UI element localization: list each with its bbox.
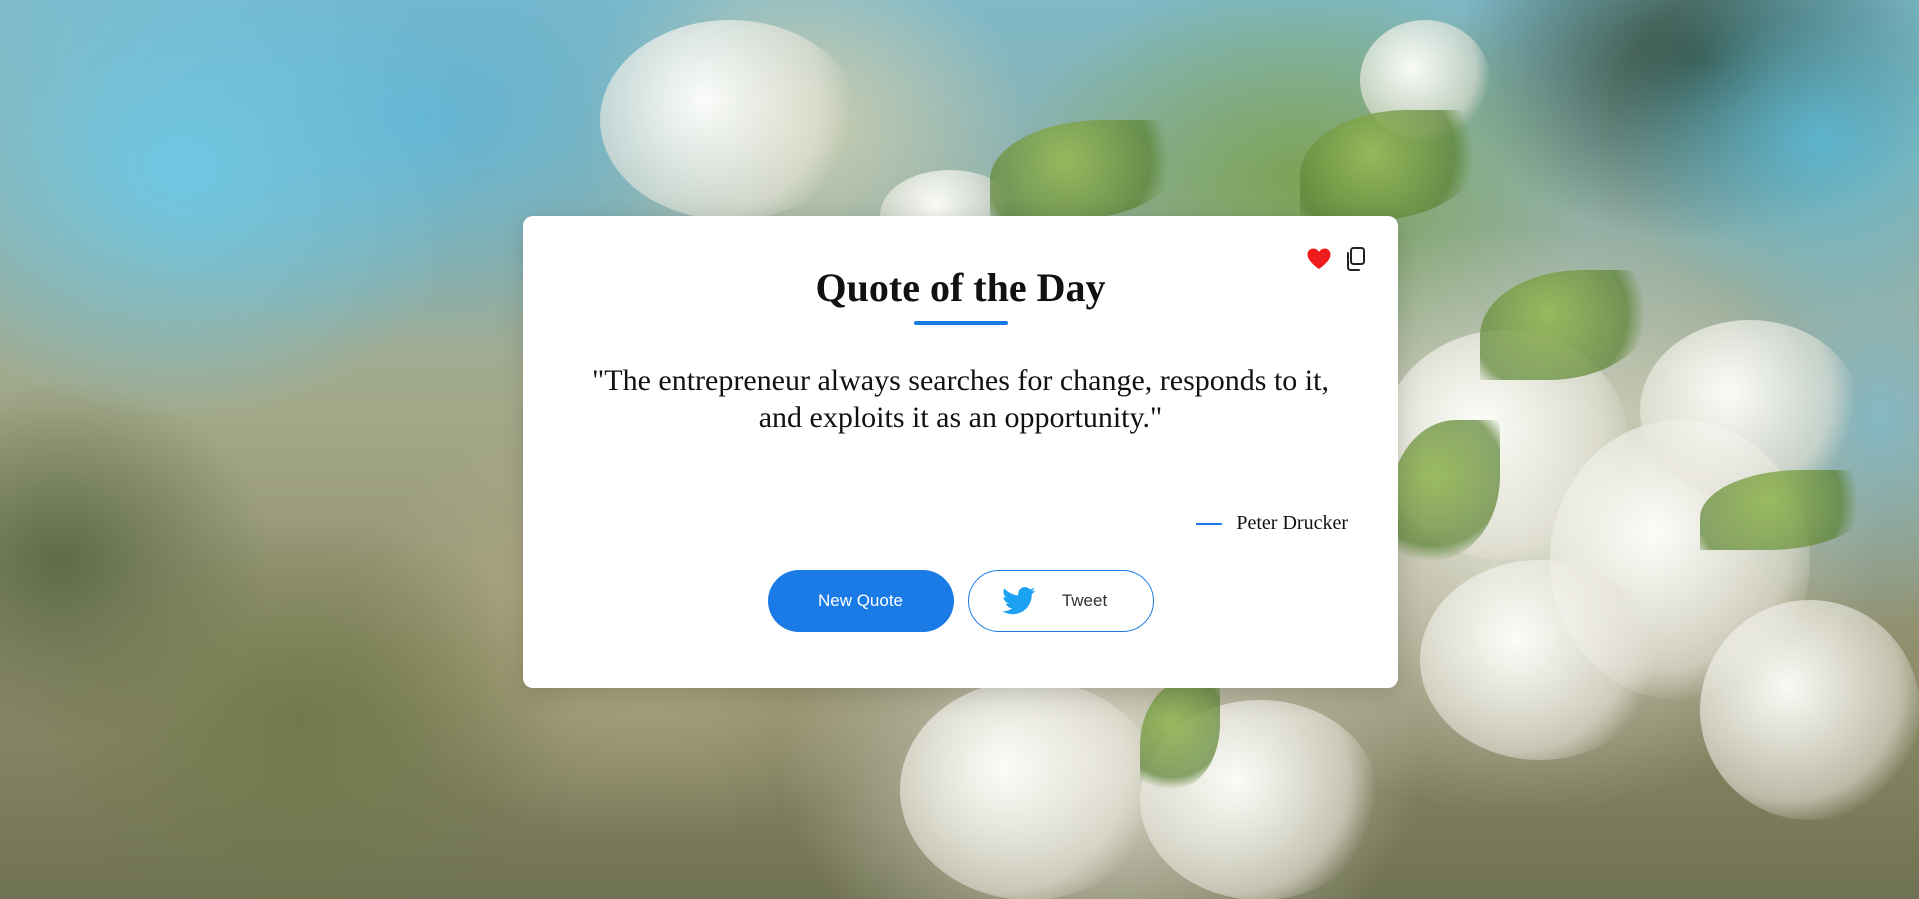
quote-author: Peter Drucker <box>1196 512 1348 535</box>
author-dash <box>1196 522 1223 525</box>
page-title: Quote of the Day <box>815 265 1106 310</box>
twitter-bird-icon <box>1002 587 1036 615</box>
quote-text: "The entrepreneur always searches for ch… <box>592 364 1329 434</box>
author-name: Peter Drucker <box>1236 512 1348 534</box>
title-underline <box>914 321 1008 325</box>
tweet-button[interactable]: Tweet <box>967 570 1154 632</box>
quote-card: Quote of the Day "The entrepreneur alway… <box>523 216 1398 688</box>
new-quote-button[interactable]: New Quote <box>767 570 954 632</box>
tweet-label: Tweet <box>1061 591 1108 610</box>
new-quote-label: New Quote <box>817 591 904 610</box>
button-row: New Quote Tweet <box>523 570 1398 632</box>
